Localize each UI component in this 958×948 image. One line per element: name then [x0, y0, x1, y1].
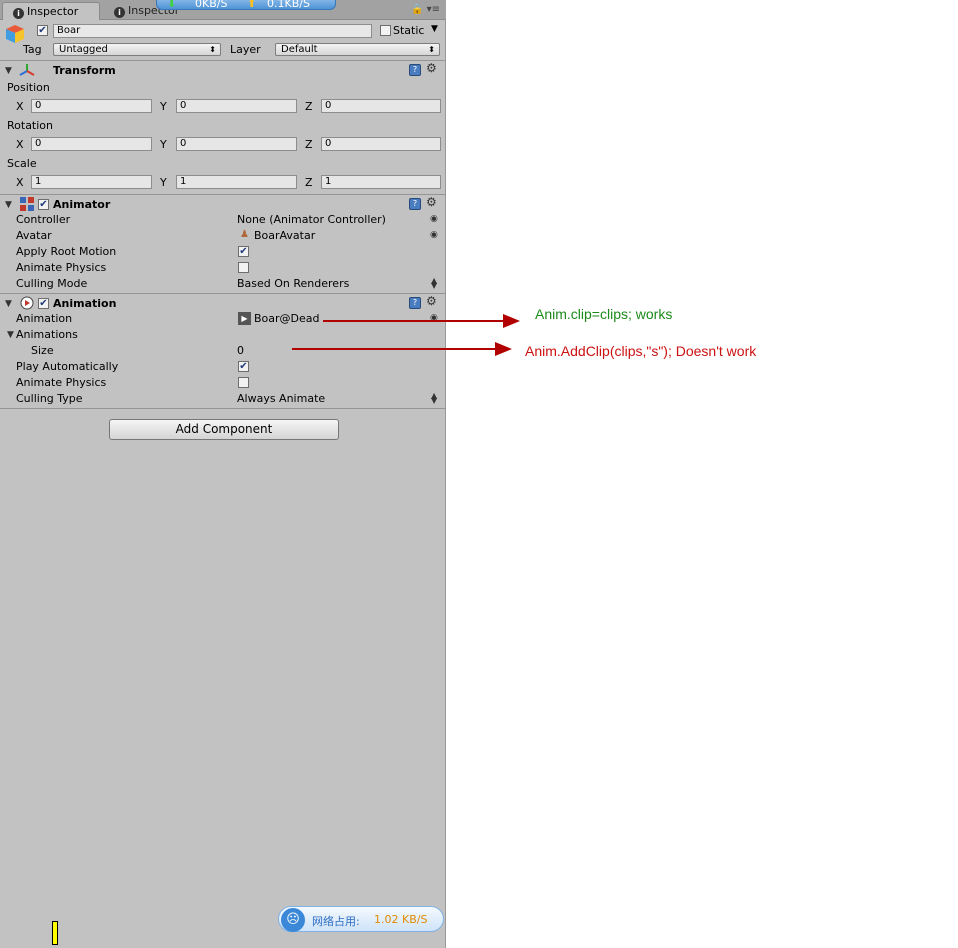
annotation-works: Anim.clip=clips; works: [535, 306, 673, 322]
annotation-fails: Anim.AddClip(clips,"s"); Doesn't work: [525, 343, 757, 359]
arrowhead-fails: [495, 342, 512, 356]
arrowhead-works: [503, 314, 520, 328]
annotation-arrows: [292, 314, 520, 356]
